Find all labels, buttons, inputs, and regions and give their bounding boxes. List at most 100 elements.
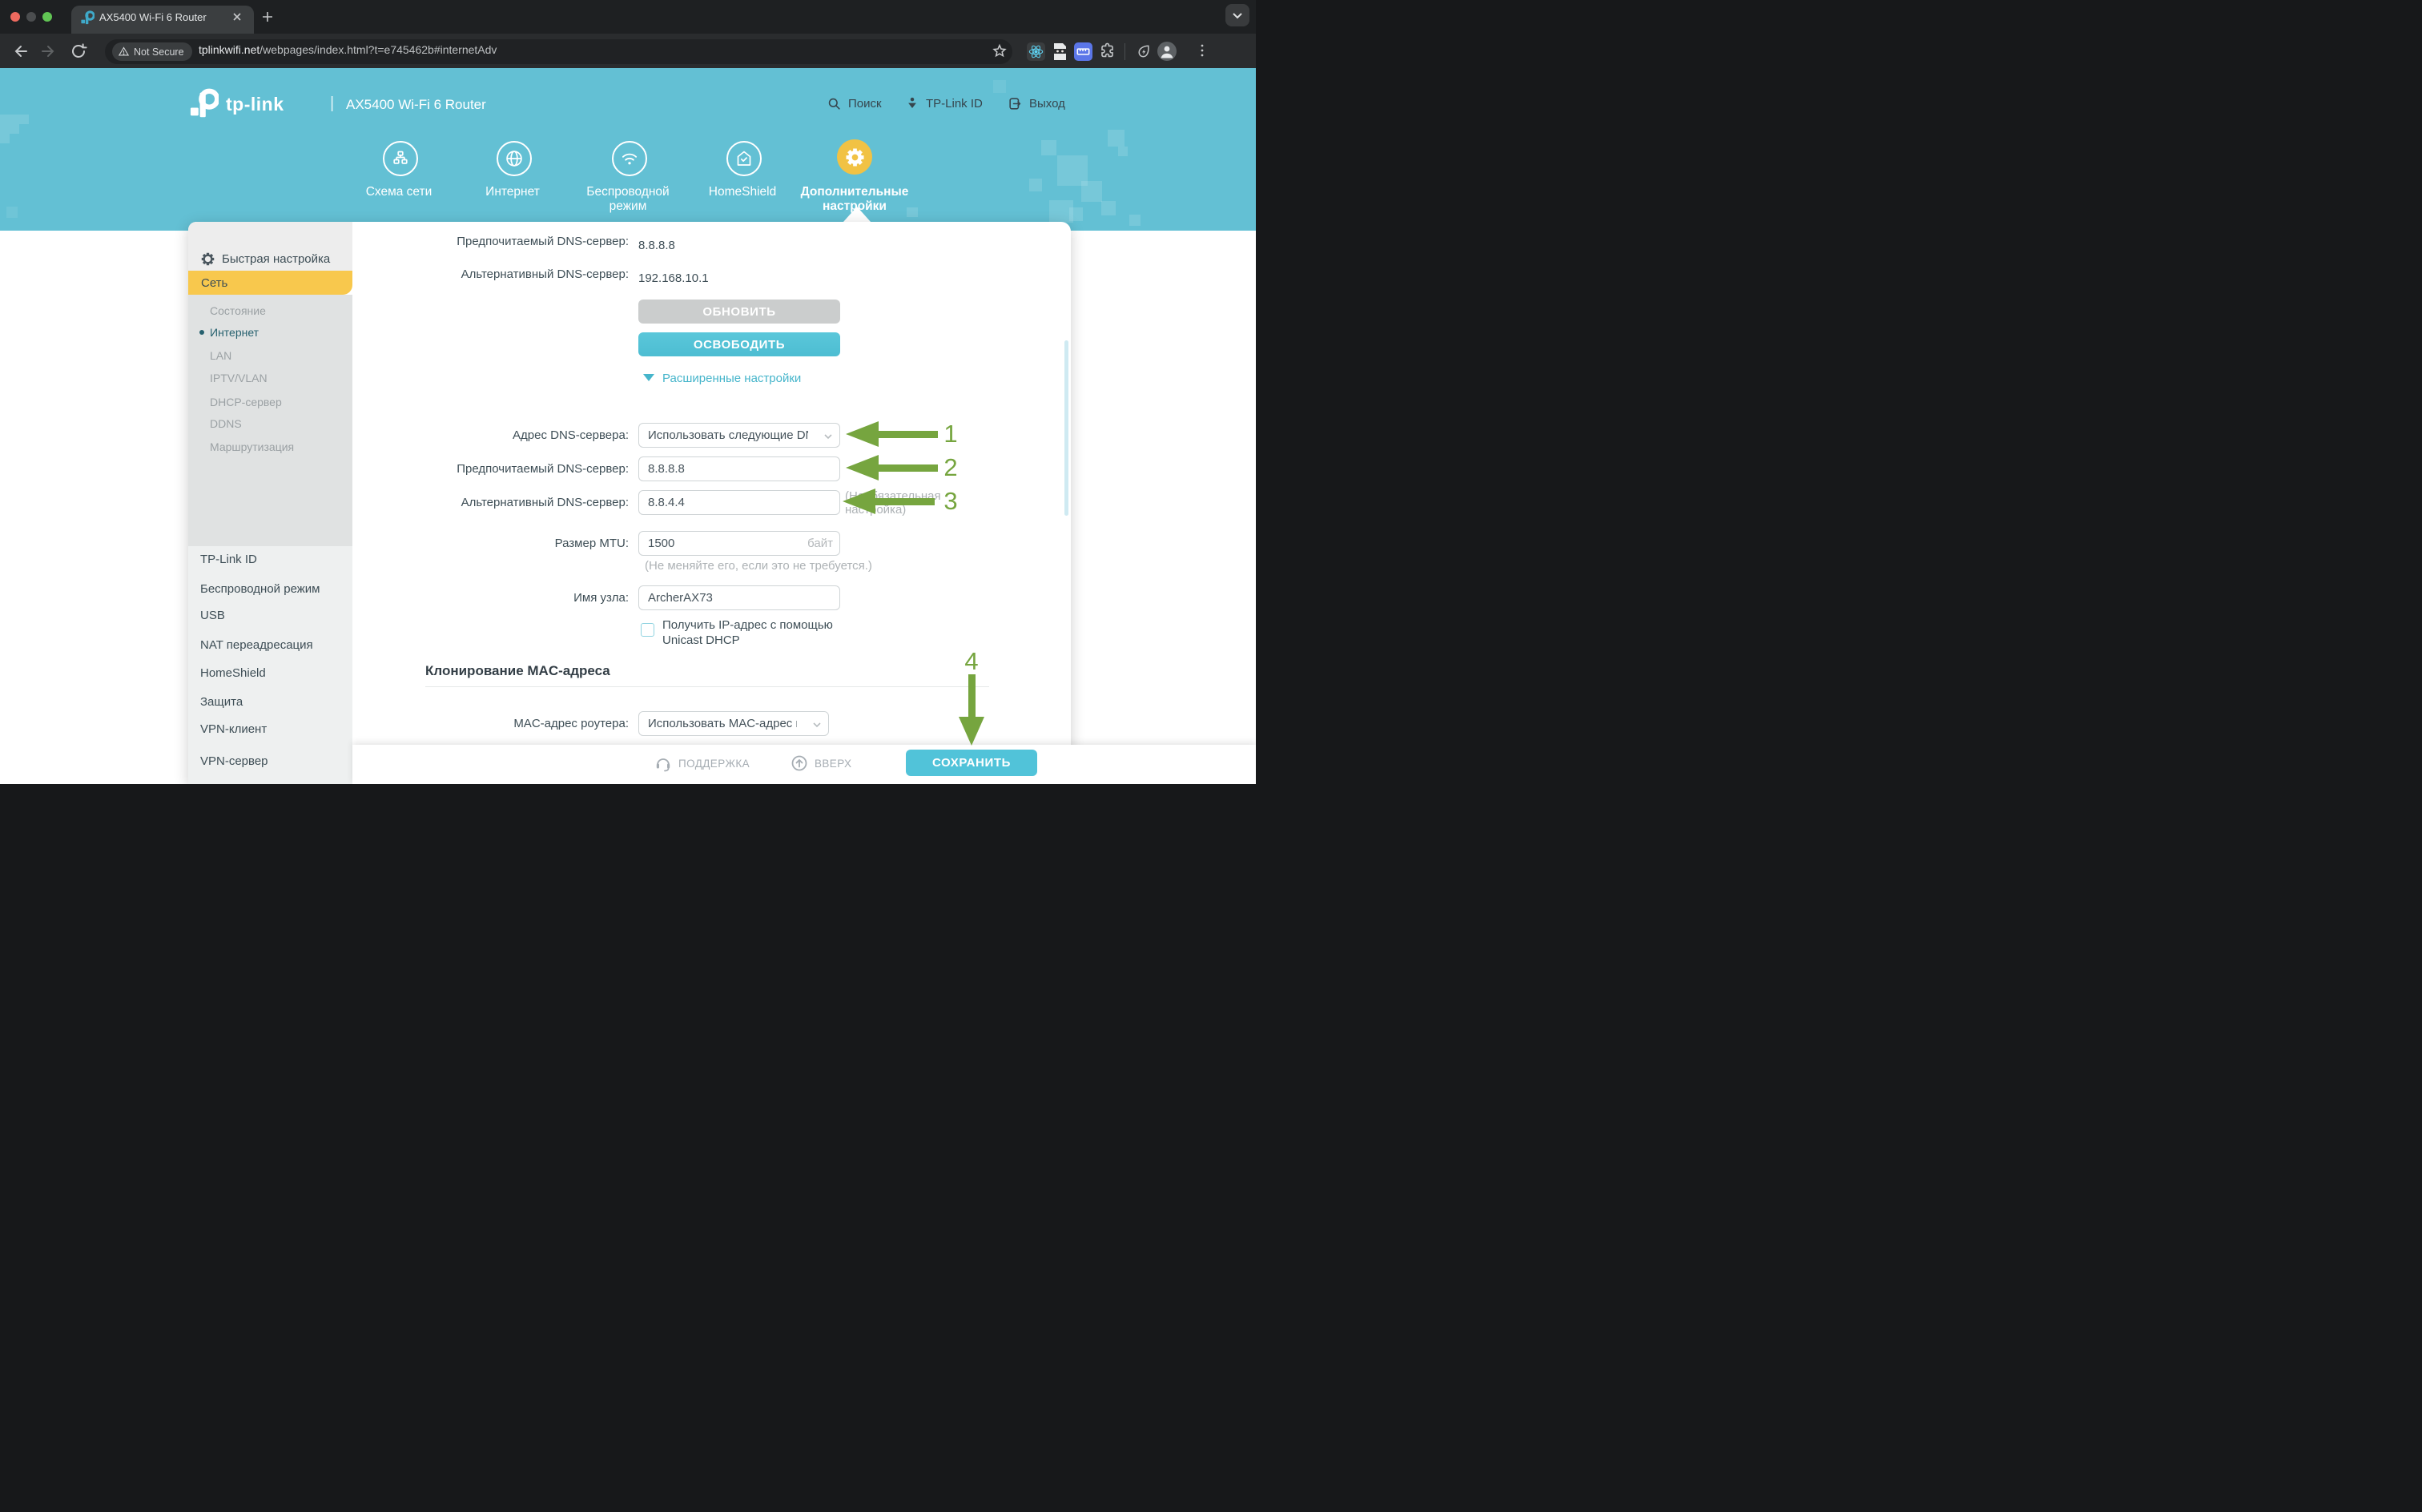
nav-network-map-label[interactable]: Схема сети (351, 185, 447, 199)
sidebar-item-tplink-id[interactable]: TP-Link ID (200, 553, 257, 566)
mosaic-decoration (1081, 181, 1102, 202)
tplink-logo (190, 88, 219, 120)
url-domain: tplinkwifi.net (199, 43, 260, 56)
url-text: tplinkwifi.net/webpages/index.html?t=e74… (199, 43, 497, 56)
header-search[interactable]: Поиск (827, 96, 882, 111)
json-viewer-extension-icon[interactable] (1051, 42, 1068, 61)
nav-internet[interactable] (497, 141, 532, 176)
nav-wireless[interactable] (612, 141, 647, 176)
sidebar-item-security[interactable]: Защита (200, 695, 243, 709)
hostname-input[interactable] (638, 585, 840, 610)
back-to-top-button[interactable]: ВВЕРХ (790, 754, 851, 773)
panel-scrollbar[interactable] (1064, 340, 1068, 516)
mosaic-decoration (19, 115, 29, 124)
ruler-extension-icon[interactable] (1074, 42, 1092, 61)
mtu-size-label: Размер MTU: (352, 531, 629, 556)
router-mac-select[interactable]: Использовать MAC-адрес по ум (638, 711, 829, 736)
mosaic-decoration (1129, 215, 1141, 226)
mtu-unit-suffix: байт (793, 537, 833, 550)
sidebar-item-usb[interactable]: USB (200, 609, 225, 622)
sidebar-quick-setup-label: Быстрая настройка (222, 252, 330, 266)
chevron-down-icon (822, 430, 835, 443)
sidebar-item-wireless[interactable]: Беспроводной режим (200, 582, 320, 596)
mosaic-decoration (6, 207, 18, 218)
sidebar-item-lan[interactable]: LAN (210, 349, 231, 362)
maximize-window-button[interactable] (42, 12, 52, 22)
screen: AX5400 Wi-Fi 6 Router Not Secure tplinkw… (0, 0, 1256, 784)
annotation-arrow-4-shaft (968, 674, 976, 717)
support-button[interactable]: ПОДДЕРЖКА (654, 754, 750, 773)
bookmark-star-icon[interactable] (991, 42, 1008, 60)
header-tplink-id[interactable]: TP-Link ID (905, 96, 983, 111)
preferred-dns-input[interactable] (638, 456, 840, 481)
router-mac-label: MAC-адрес роутера: (352, 711, 629, 736)
header-logout-label: Выход (1029, 97, 1065, 111)
advanced-settings-triangle-icon (643, 374, 654, 381)
profile-avatar[interactable] (1157, 41, 1177, 62)
nav-advanced-settings[interactable] (837, 139, 872, 175)
sidebar-item-status[interactable]: Состояние (210, 304, 266, 317)
quick-setup-gear-icon (200, 251, 215, 267)
tab-search-chevron-icon[interactable] (1225, 4, 1249, 26)
forward-icon[interactable] (40, 42, 59, 61)
section-divider (425, 686, 989, 687)
renew-button[interactable]: ОБНОВИТЬ (638, 300, 840, 324)
dns-address-select[interactable]: Использовать следующие DNS (638, 423, 840, 448)
sidebar-item-nat[interactable]: NAT переадресация (200, 638, 313, 652)
toolbar-divider (1124, 43, 1125, 60)
preferred-dns-input-label: Предпочитаемый DNS-сервер: (352, 456, 629, 481)
nav-network-map[interactable] (383, 141, 418, 176)
advanced-settings-link[interactable]: Расширенные настройки (662, 372, 801, 385)
alternate-dns-input[interactable] (638, 490, 840, 515)
chevron-down-icon (811, 718, 823, 731)
mosaic-decoration (0, 115, 19, 134)
sidebar-item-ddns[interactable]: DDNS (210, 417, 242, 430)
mosaic-decoration (1101, 201, 1116, 215)
browser-menu-dots-icon[interactable] (1193, 42, 1211, 59)
nav-wireless-label[interactable]: Беспроводнойрежим (572, 185, 684, 214)
nav-homeshield-label[interactable]: HomeShield (694, 185, 791, 199)
release-button[interactable]: ОСВОБОДИТЬ (638, 332, 840, 356)
minimize-window-button[interactable] (26, 12, 36, 22)
react-devtools-extension-icon[interactable] (1027, 42, 1045, 61)
nav-internet-label[interactable]: Интернет (465, 185, 561, 199)
new-tab-icon[interactable] (261, 10, 274, 23)
sidebar-item-iptv-vlan[interactable]: IPTV/VLAN (210, 372, 268, 384)
reload-icon[interactable] (69, 42, 88, 61)
annotation-arrow-4-head (959, 717, 984, 746)
extensions-puzzle-icon[interactable] (1098, 42, 1116, 60)
logout-icon (1008, 96, 1023, 111)
back-icon[interactable] (10, 42, 29, 61)
battery-saver-leaf-icon[interactable] (1134, 42, 1153, 60)
sidebar-item-homeshield[interactable]: HomeShield (200, 666, 266, 680)
not-secure-label: Not Secure (134, 46, 184, 58)
sidebar-item-vpn-server[interactable]: VPN-сервер (200, 754, 268, 768)
sidebar-item-dhcp-server[interactable]: DHCP-сервер (210, 396, 282, 408)
network-map-icon (383, 141, 418, 176)
mac-clone-section-title: Клонирование MAC-адреса (425, 663, 610, 679)
nav-homeshield[interactable] (726, 141, 762, 176)
globe-icon (497, 141, 532, 176)
sidebar-item-vpn-client[interactable]: VPN-клиент (200, 722, 267, 736)
arrow-up-circle-icon (790, 754, 809, 773)
brand-name: tp-link (226, 94, 284, 115)
mosaic-decoration (1041, 140, 1056, 155)
back-to-top-label: ВВЕРХ (815, 758, 851, 770)
close-window-button[interactable] (10, 12, 20, 22)
not-secure-chip[interactable]: Not Secure (112, 42, 192, 61)
active-tab-pointer (843, 207, 871, 222)
sidebar-item-routing[interactable]: Маршрутизация (210, 440, 294, 453)
annotation-number-1: 1 (939, 420, 963, 448)
unicast-dhcp-checkbox[interactable] (641, 623, 654, 637)
save-button[interactable]: СОХРАНИТЬ (906, 750, 1037, 776)
header-tplink-id-label: TP-Link ID (926, 97, 983, 111)
url-path: /webpages/index.html?t=e745462b#internet… (260, 43, 497, 56)
tab-close-icon[interactable] (231, 10, 243, 23)
dns-address-value: Использовать следующие DNS (648, 428, 808, 442)
annotation-arrow-1 (846, 421, 879, 447)
header-search-label: Поиск (848, 97, 882, 111)
header-logout[interactable]: Выход (1008, 96, 1065, 111)
mosaic-decoration (1029, 179, 1042, 191)
annotation-number-2: 2 (939, 453, 963, 482)
sidebar-item-internet[interactable]: Интернет (210, 326, 259, 339)
